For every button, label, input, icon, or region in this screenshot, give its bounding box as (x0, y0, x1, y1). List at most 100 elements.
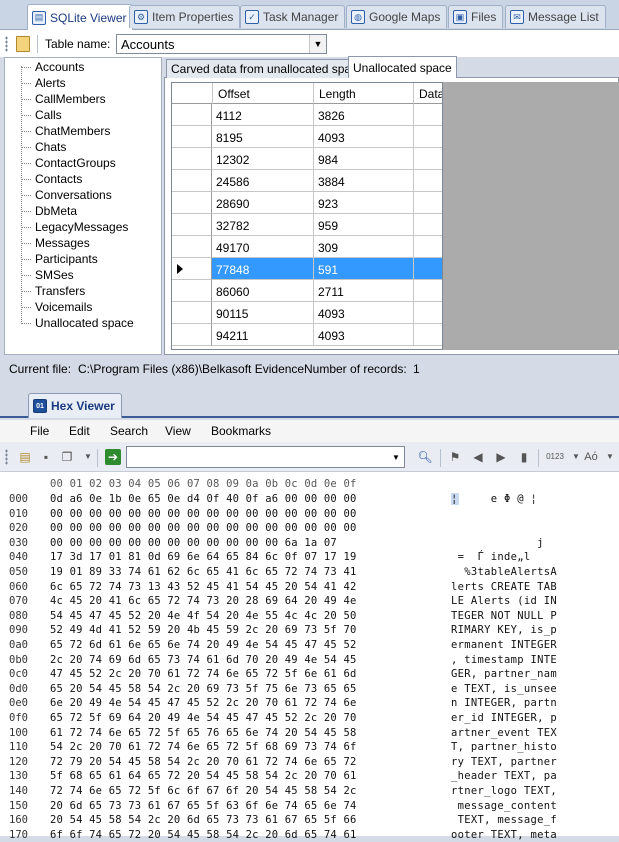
menu-edit[interactable]: Edit (69, 424, 90, 438)
row-header[interactable] (172, 280, 212, 302)
table-row[interactable]: 8195 4093 (172, 126, 442, 148)
search-icon[interactable]: 🔍︎ (417, 449, 433, 465)
hex-bytes[interactable]: 54 45 47 45 52 20 4e 4f 54 20 4e 55 4c 4… (50, 610, 357, 622)
chevron-down-icon[interactable]: ▼ (602, 449, 618, 465)
hex-bytes[interactable]: 20 6d 65 73 73 61 67 65 5f 63 6f 6e 74 6… (50, 800, 357, 812)
table-row[interactable]: 90115 4093 (172, 302, 442, 324)
hex-ascii[interactable]: , timestamp INTE (451, 654, 557, 666)
hex-ascii[interactable]: TEGER NOT NULL P (451, 610, 557, 622)
table-list-item[interactable]: Transfers (5, 283, 85, 299)
tab-task-manager[interactable]: ✓ Task Manager (240, 5, 346, 28)
hex-bytes[interactable]: 4c 45 20 41 6c 65 72 74 73 20 28 69 64 2… (50, 595, 357, 607)
cell-data[interactable] (414, 214, 442, 236)
table-row[interactable]: 32782 959 (172, 214, 442, 236)
cell-offset[interactable]: 94211 (212, 324, 314, 346)
hex-ascii[interactable]: ry TEXT, partner (451, 756, 557, 768)
go-arrow-icon[interactable]: ➔ (105, 449, 121, 465)
hex-bytes[interactable]: 6f 6f 74 65 72 20 54 45 58 54 2c 20 6d 6… (50, 829, 357, 841)
cell-offset[interactable]: 28690 (212, 192, 314, 214)
hex-ascii[interactable]: ooter TEXT, meta (451, 829, 557, 841)
table-list-item[interactable]: ContactGroups (5, 155, 116, 171)
hex-ascii[interactable]: RIMARY KEY, is_p (451, 624, 557, 636)
hex-ascii[interactable]: rtner_logo TEXT, (451, 785, 557, 797)
cell-length[interactable]: 959 (314, 214, 414, 236)
toolbar-grip[interactable] (5, 36, 8, 52)
cell-length[interactable]: 3826 (314, 104, 414, 126)
hex-bytes[interactable]: 61 72 74 6e 65 72 5f 65 76 65 6e 74 20 5… (50, 727, 357, 739)
tab-sqlite-viewer[interactable]: ▤ SQLite Viewer (27, 4, 134, 30)
cell-data[interactable] (414, 302, 442, 324)
table-list-item[interactable]: Conversations (5, 187, 112, 203)
hex-ascii[interactable]: %3tableAlertsA (451, 566, 557, 578)
hex-bytes[interactable]: 20 54 45 58 54 2c 20 6d 65 73 73 61 67 6… (50, 814, 357, 826)
table-list-item-selected[interactable]: Unallocated space (5, 315, 134, 331)
row-header[interactable] (172, 214, 212, 236)
hex-bytes[interactable]: 72 74 6e 65 72 5f 6c 6f 67 6f 20 54 45 5… (50, 785, 357, 797)
hex-bytes[interactable]: 5f 68 65 61 64 65 72 20 54 45 58 54 2c 2… (50, 770, 357, 782)
bookmark-icon[interactable]: ⚑ (447, 449, 463, 465)
hex-bytes[interactable]: 65 72 6d 61 6e 65 6e 74 20 49 4e 54 45 4… (50, 639, 357, 651)
hex-ascii[interactable]: _header TEXT, pa (451, 770, 557, 782)
hex-bytes[interactable]: 65 72 5f 69 64 20 49 4e 54 45 47 45 52 2… (50, 712, 357, 724)
menu-search[interactable]: Search (110, 424, 148, 438)
save-icon[interactable]: ▪ (38, 449, 54, 465)
hex-bytes[interactable]: 54 2c 20 70 61 72 74 6e 65 72 5f 68 69 7… (50, 741, 357, 753)
cell-data[interactable] (414, 324, 442, 346)
cell-length[interactable]: 4093 (314, 126, 414, 148)
hex-bytes[interactable]: 00 00 00 00 00 00 00 00 00 00 00 00 6a 1… (50, 537, 337, 549)
column-header-length[interactable]: Length (314, 83, 414, 104)
cell-offset[interactable]: 86060 (212, 280, 314, 302)
cell-data[interactable] (414, 104, 442, 126)
number-format-icon[interactable]: 0123 (545, 449, 565, 465)
table-row[interactable]: 4112 3826 (172, 104, 442, 126)
column-header-offset[interactable]: Offset (213, 83, 314, 104)
row-header[interactable] (172, 104, 212, 126)
arrow-left-icon[interactable]: ◀ (470, 449, 486, 465)
hex-bytes[interactable]: 52 49 4d 41 52 59 20 4b 45 59 2c 20 69 7… (50, 624, 357, 636)
copy-icon[interactable]: ❐ (59, 449, 75, 465)
cell-length[interactable]: 4093 (314, 302, 414, 324)
table-list-item[interactable]: Chats (5, 139, 66, 155)
cell-length[interactable]: 591 (314, 258, 414, 280)
cell-offset[interactable]: 24586 (212, 170, 314, 192)
cell-offset[interactable]: 77848 (212, 258, 314, 280)
hex-ascii[interactable]: n INTEGER, partn (451, 697, 557, 709)
tab-item-properties[interactable]: ⚙ Item Properties (129, 5, 241, 28)
row-header[interactable] (172, 302, 212, 324)
tab-hex-viewer[interactable]: 01 Hex Viewer (28, 393, 122, 418)
hex-bytes[interactable]: 0d a6 0e 1b 0e 65 0e d4 0f 40 0f a6 00 0… (50, 493, 357, 505)
menu-file[interactable]: File (30, 424, 49, 438)
hex-bytes[interactable]: 00 00 00 00 00 00 00 00 00 00 00 00 00 0… (50, 522, 357, 534)
tab-google-maps[interactable]: ◍ Google Maps (346, 5, 448, 28)
cell-data[interactable] (414, 280, 442, 302)
hex-ascii[interactable]: lerts CREATE TAB (451, 581, 557, 593)
hex-ascii[interactable]: = Ѓ inde„l (451, 551, 531, 563)
hex-ascii[interactable]: GER, partner_nam (451, 668, 557, 680)
table-list-item[interactable]: Messages (5, 235, 90, 251)
table-list-item[interactable]: LegacyMessages (5, 219, 128, 235)
tab-message-list[interactable]: ✉ Message List (505, 5, 606, 28)
hex-bytes[interactable]: 00 00 00 00 00 00 00 00 00 00 00 00 00 0… (50, 508, 357, 520)
chevron-down-icon[interactable]: ▼ (309, 35, 326, 53)
cell-data[interactable] (414, 126, 442, 148)
arrow-right-icon[interactable]: ▶ (493, 449, 509, 465)
hex-ascii[interactable]: ermanent INTEGER (451, 639, 557, 651)
hex-content[interactable]: 00 01 02 03 04 05 06 07 08 09 0a 0b 0c 0… (0, 474, 619, 841)
cell-length[interactable]: 3884 (314, 170, 414, 192)
table-list-item[interactable]: Alerts (5, 75, 66, 91)
cell-offset[interactable]: 32782 (212, 214, 314, 236)
tab-carved-data[interactable]: Carved data from unallocated space (166, 59, 369, 78)
tab-unallocated-space[interactable]: Unallocated space (348, 56, 457, 78)
table-list-item[interactable]: DbMeta (5, 203, 77, 219)
hex-bytes[interactable]: 2c 20 74 69 6d 65 73 74 61 6d 70 20 49 4… (50, 654, 357, 666)
book-icon[interactable]: ▮ (516, 449, 532, 465)
row-header[interactable] (172, 148, 212, 170)
column-header-data[interactable]: Data (414, 83, 442, 104)
table-row[interactable]: 86060 2711 (172, 280, 442, 302)
hex-ascii[interactable]: T, partner_histo (451, 741, 557, 753)
tab-files[interactable]: ▣ Files (448, 5, 504, 28)
cell-length[interactable]: 2711 (314, 280, 414, 302)
hex-bytes[interactable]: 47 45 52 2c 20 70 61 72 74 6e 65 72 5f 6… (50, 668, 357, 680)
hex-ascii[interactable]: message_content (451, 800, 557, 812)
row-header[interactable] (172, 324, 212, 346)
